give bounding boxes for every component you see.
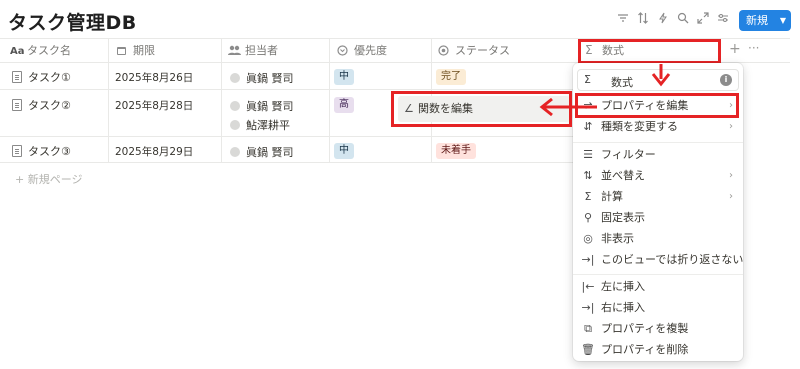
annotation-arrows	[539, 64, 671, 117]
